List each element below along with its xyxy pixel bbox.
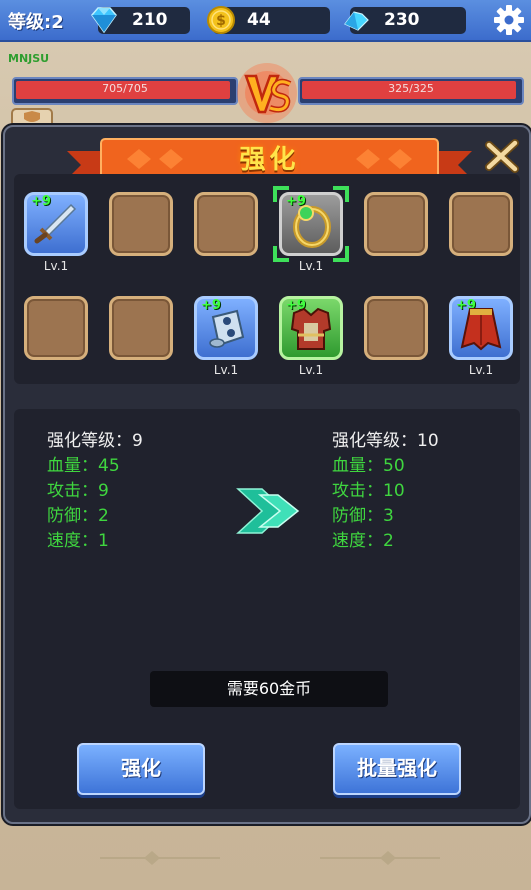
current-enhance-level: 强化等级：9 [47, 431, 143, 451]
next-hp: 血量：50 [332, 456, 405, 476]
ring-icon [293, 205, 331, 248]
bottom-ornament-left [100, 851, 220, 865]
equipment-slot-7[interactable] [24, 296, 88, 360]
slot-4-level: Lv.1 [298, 259, 324, 273]
svg-text:$: $ [216, 13, 226, 29]
equipment-slot-9[interactable]: +9 [194, 296, 258, 360]
player-name: MNJSU [8, 52, 50, 65]
slot-10-level: Lv.1 [298, 363, 324, 377]
bracer-icon [209, 309, 245, 348]
panel-title: 强化 [239, 145, 300, 175]
equipment-slot-8[interactable] [109, 296, 173, 360]
slot-1-level: Lv.1 [43, 259, 69, 273]
gems-counter: 210 [91, 7, 190, 34]
gear-icon[interactable] [493, 4, 525, 36]
cape-icon [460, 308, 502, 351]
versus-icon [237, 63, 297, 123]
slot-9-level: Lv.1 [213, 363, 239, 377]
left-hp-text: 705/705 [102, 82, 148, 95]
gold-coin-icon: $ [207, 6, 235, 34]
equipment-slot-3[interactable] [194, 192, 258, 256]
next-defense: 防御：3 [332, 506, 394, 526]
left-hp-bar: 705/705 [12, 77, 238, 105]
current-hp: 血量：45 [47, 456, 120, 476]
gems-value: 210 [132, 10, 168, 30]
equipment-slot-6[interactable] [449, 192, 513, 256]
equipment-slot-4[interactable]: +9 [279, 192, 343, 256]
right-hp-bar: 325/325 [298, 77, 524, 105]
equipment-slot-2[interactable] [109, 192, 173, 256]
right-hp-text: 325/325 [388, 82, 434, 95]
next-enhance-level: 强化等级：10 [332, 431, 439, 451]
sword-icon [34, 203, 77, 244]
current-attack: 攻击：9 [47, 481, 109, 501]
current-speed: 速度：1 [47, 531, 109, 551]
top-bar: 等级:2 210 $ 44 230 [0, 0, 531, 42]
next-attack: 攻击：10 [332, 481, 405, 501]
equipment-slot-5[interactable] [364, 192, 428, 256]
slot-12-level: Lv.1 [468, 363, 494, 377]
equipment-grid: +9 Lv.1 +9 Lv.1 +9 Lv.1 +9 Lv.1 +9 Lv.1 [14, 174, 520, 384]
double-arrow-icon [236, 488, 300, 534]
equipment-slot-11[interactable] [364, 296, 428, 360]
crystal-counter: 230 [344, 7, 466, 34]
equipment-slot-10[interactable]: +9 [279, 296, 343, 360]
enhance-button[interactable]: 强化 [77, 743, 205, 795]
gold-value: 44 [247, 10, 271, 30]
current-defense: 防御：2 [47, 506, 109, 526]
cost-label: 需要60金币 [150, 671, 388, 707]
close-icon[interactable] [483, 137, 521, 175]
next-speed: 速度：2 [332, 531, 394, 551]
equipment-slot-12[interactable]: +9 [449, 296, 513, 360]
diamond-icon [91, 7, 117, 34]
crystal-icon [344, 11, 369, 31]
bottom-ornament-right [320, 851, 440, 865]
batch-enhance-button[interactable]: 批量强化 [333, 743, 461, 795]
crystal-value: 230 [384, 10, 420, 30]
armor-icon [290, 307, 332, 350]
gold-counter: $ 44 [207, 6, 330, 34]
equipment-slot-1[interactable]: +9 [24, 192, 88, 256]
enhance-panel: 强化 +9 Lv.1 +9 Lv.1 +9 Lv.1 +9 Lv.1 +9 Lv… [3, 125, 531, 824]
player-level: 等级:2 [8, 12, 64, 33]
